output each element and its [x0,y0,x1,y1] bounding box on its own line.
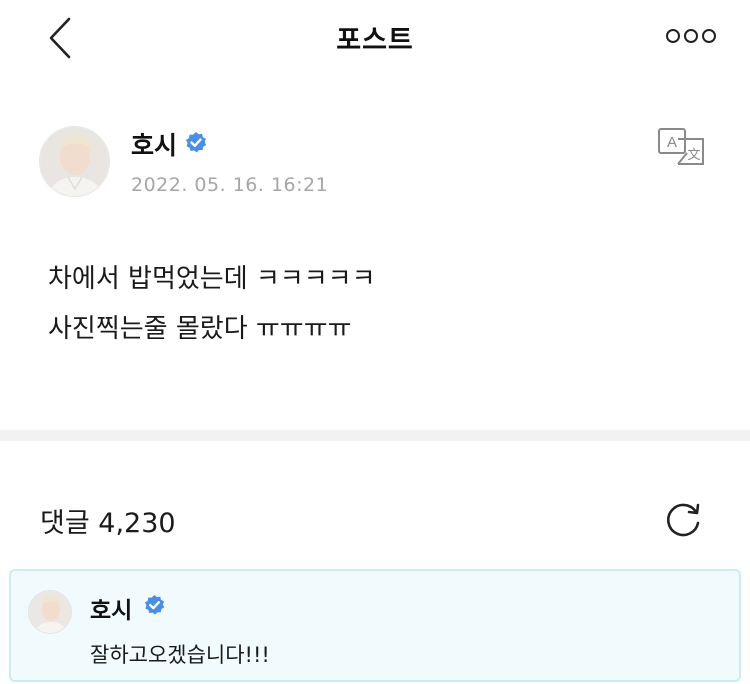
translate-button[interactable]: A 文 [656,126,708,166]
post-timestamp: 2022. 05. 16. 16:21 [131,174,329,196]
post-text: 차에서 밥먹었는데 ㅋㅋㅋㅋㅋ 사진찍는줄 몰랐다 ㅠㅠㅠㅠ [48,254,376,354]
avatar-image [40,127,109,196]
refresh-icon [667,503,700,537]
more-options-button[interactable] [664,22,718,50]
author-name[interactable]: 호시 [131,126,177,162]
more-dots-icon [666,29,716,43]
svg-text:文: 文 [687,148,700,163]
avatar-image [29,591,71,633]
verified-badge-icon [186,132,207,153]
top-bar: 포스트 [0,0,750,76]
post-line: 사진찍는줄 몰랐다 ㅠㅠㅠㅠ [48,314,352,344]
comment-author-avatar[interactable] [28,590,72,634]
comments-header: 댓글 4,230 [0,441,750,569]
refresh-button[interactable] [660,497,706,543]
svg-text:A: A [667,134,677,151]
post-card: 호시 2022. 05. 16. 16:21 A 文 차에서 밥먹었는데 ㅋㅋㅋ… [0,100,750,430]
page-title: 포스트 [336,25,414,56]
post-line: 차에서 밥먹었는데 ㅋㅋㅋㅋㅋ [48,264,376,294]
pinned-comment[interactable]: 호시 잘하고오겠습니다!!! [9,569,741,682]
translate-icon: A 文 [658,128,704,165]
comments-count-label: 댓글 4,230 [40,508,176,539]
author-avatar[interactable] [39,126,110,197]
verified-badge-icon [144,594,165,615]
comment-author-name[interactable]: 호시 [90,591,132,625]
section-divider [0,430,750,441]
comment-text: 잘하고오겠습니다!!! [90,643,270,667]
